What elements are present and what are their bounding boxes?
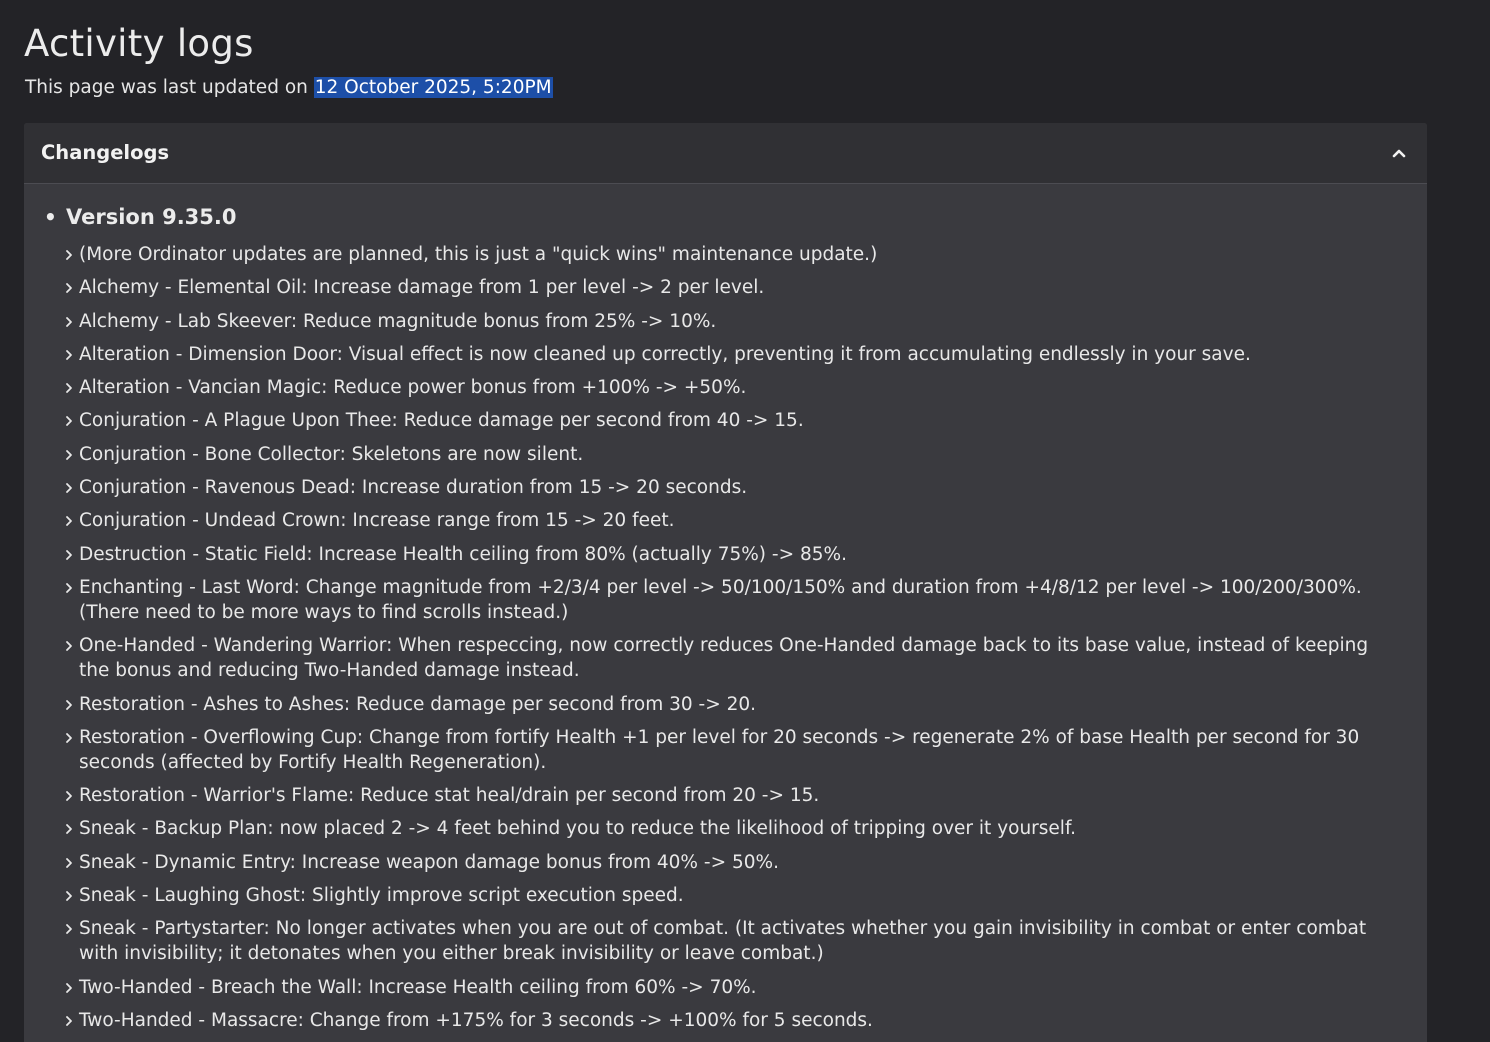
changelog-item-text: Conjuration - Undead Crown: Increase ran… — [79, 510, 675, 532]
changelog-item-text: (More Ordinator updates are planned, thi… — [79, 244, 878, 265]
changelog-item: Conjuration - Undead Crown: Increase ran… — [64, 508, 1404, 533]
chevron-right-icon — [66, 383, 72, 394]
changelog-item-text: Destruction - Static Field: Increase Hea… — [79, 543, 847, 565]
changelog-item: Restoration - Warrior's Flame: Reduce st… — [64, 783, 1404, 808]
chevron-right-icon — [66, 250, 72, 260]
changelog-item-text: Conjuration - A Plague Upon Thee: Reduce… — [79, 410, 804, 432]
activity-logs-page: Activity logs This page was last updated… — [0, 0, 1490, 1042]
chevron-right-icon — [66, 791, 72, 802]
chevron-right-icon — [66, 449, 72, 460]
changelog-item-text: Two-Handed - Breach the Wall: Increase H… — [79, 976, 757, 998]
changelog-item: Sneak - Laughing Ghost: Slightly improve… — [64, 883, 1404, 908]
changelog-item: Alchemy - Lab Skeever: Reduce magnitude … — [64, 309, 1404, 334]
changelog-item-text: Sneak - Laughing Ghost: Slightly improve… — [79, 885, 684, 907]
changelog-item: Conjuration - A Plague Upon Thee: Reduce… — [64, 408, 1404, 433]
changelog-item: Restoration - Ashes to Ashes: Reduce dam… — [64, 692, 1404, 717]
chevron-right-icon — [66, 549, 72, 560]
changelog-item-text: Sneak - Dynamic Entry: Increase weapon d… — [79, 851, 779, 873]
chevron-right-icon — [66, 732, 72, 743]
changelog-item: Sneak - Dynamic Entry: Increase weapon d… — [64, 850, 1404, 875]
bullet-icon: • — [44, 205, 57, 229]
chevron-right-icon — [66, 924, 72, 935]
changelog-item-text: Sneak - Partystarter: No longer activate… — [79, 918, 1367, 965]
changelog-item-text: Restoration - Warrior's Flame: Reduce st… — [79, 785, 820, 807]
changelog-item: Alchemy - Elemental Oil: Increase damage… — [64, 275, 1404, 300]
changelog-item: Alteration - Vancian Magic: Reduce power… — [64, 375, 1404, 400]
changelog-item: Restoration - Overflowing Cup: Change fr… — [64, 725, 1404, 775]
chevron-right-icon — [66, 583, 72, 593]
changelog-item-text: Two-Handed - Massacre: Change from +175%… — [79, 1009, 873, 1031]
changelog-item: Destruction - Static Field: Increase Hea… — [64, 542, 1404, 567]
changelog-item: Sneak - Backup Plan: now placed 2 -> 4 f… — [64, 816, 1404, 841]
changelog-item: One-Handed - Wandering Warrior: When res… — [64, 633, 1404, 683]
changelog-item-text: Restoration - Overflowing Cup: Change fr… — [79, 726, 1360, 773]
chevron-up-icon[interactable] — [1389, 143, 1409, 163]
changelog-item: Alteration - Dimension Door: Visual effe… — [64, 342, 1404, 367]
changelog-item-text: Conjuration - Bone Collector: Skeletons … — [79, 443, 584, 465]
changelog-item-text: Alchemy - Elemental Oil: Increase damage… — [79, 277, 765, 299]
changelog-item-text: Enchanting - Last Word: Change magnitude… — [79, 576, 1362, 623]
changelog-item-text: Restoration - Ashes to Ashes: Reduce dam… — [79, 693, 757, 715]
chevron-right-icon — [66, 857, 72, 868]
changelog-item-text: Alchemy - Lab Skeever: Reduce magnitude … — [79, 310, 717, 332]
chevron-right-icon — [66, 516, 72, 527]
changelog-item-text: One-Handed - Wandering Warrior: When res… — [79, 635, 1369, 682]
changelog-item-text: Sneak - Backup Plan: now placed 2 -> 4 f… — [79, 818, 1076, 840]
changelogs-title: Changelogs — [41, 141, 170, 164]
chevron-right-icon — [66, 283, 72, 294]
changelog-item: Conjuration - Ravenous Dead: Increase du… — [64, 475, 1404, 500]
chevron-right-icon — [66, 416, 72, 427]
changelog-item: Enchanting - Last Word: Change magnitude… — [64, 575, 1404, 625]
changelog-item: Conjuration - Bone Collector: Skeletons … — [64, 442, 1404, 467]
chevron-right-icon — [66, 316, 72, 327]
changelog-item: Sneak - Partystarter: No longer activate… — [64, 916, 1404, 966]
chevron-right-icon — [66, 824, 72, 835]
changelog-item-text: Alteration - Vancian Magic: Reduce power… — [79, 377, 747, 399]
changelog-item: Two-Handed - Massacre: Change from +175%… — [64, 1008, 1404, 1033]
changelogs-panel-header[interactable]: Changelogs — [24, 123, 1427, 184]
last-updated-line: This page was last updated on 12 October… — [25, 76, 553, 100]
version-label: Version 9.35.0 — [66, 205, 237, 229]
chevron-right-icon — [66, 699, 72, 710]
chevron-right-icon — [66, 1016, 72, 1026]
page-title: Activity logs — [24, 22, 254, 65]
changelog-item: Two-Handed - Breach the Wall: Increase H… — [64, 975, 1404, 1000]
chevron-right-icon — [66, 349, 72, 360]
chevron-right-icon — [66, 641, 72, 652]
last-updated-date[interactable]: 12 October 2025, 5:20PM — [313, 77, 553, 98]
changelog-item-text: Alteration - Dimension Door: Visual effe… — [79, 343, 1251, 365]
changelog-item-text: Conjuration - Ravenous Dead: Increase du… — [79, 477, 748, 499]
chevron-right-icon — [66, 982, 72, 993]
changelogs-panel: Changelogs • Version 9.35.0 (More Ordinat… — [24, 123, 1427, 1042]
changelog-item: (More Ordinator updates are planned, thi… — [64, 242, 1404, 267]
last-updated-label: This page was last updated on — [25, 77, 314, 98]
chevron-right-icon — [66, 483, 72, 493]
chevron-right-icon — [66, 891, 72, 901]
changelog-list: (More Ordinator updates are planned, thi… — [64, 242, 1404, 1041]
version-heading: • Version 9.35.0 — [44, 203, 237, 231]
